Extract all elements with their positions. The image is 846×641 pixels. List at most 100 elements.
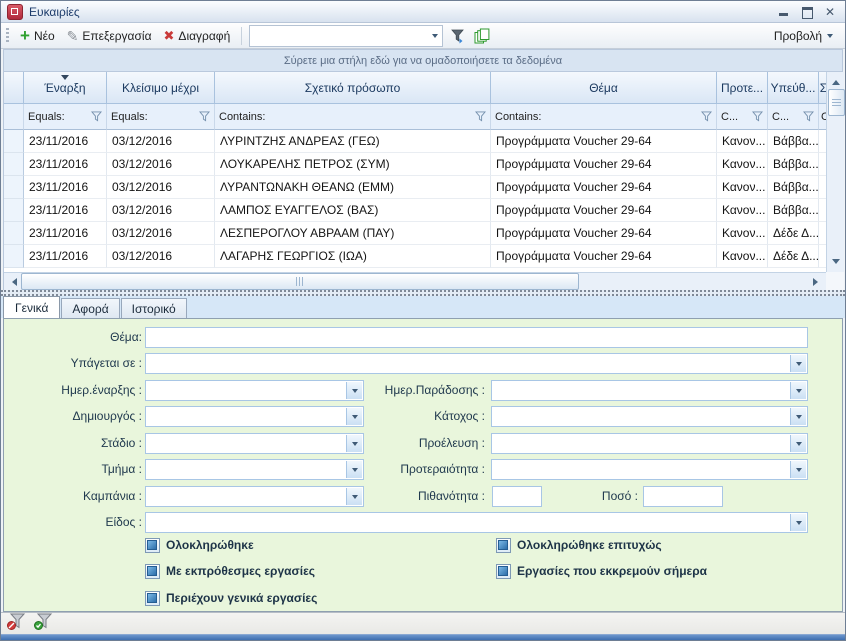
chevron-down-icon[interactable] [346,488,362,505]
table-row[interactable]: 23/11/2016 03/12/2016 ΛΑΜΠΟΣ ΕΥΑΓΓΕΛΟΣ (… [4,199,826,222]
origin-combo[interactable] [491,433,808,454]
priority-combo[interactable] [491,459,808,480]
filter-start[interactable]: Equals: [24,104,107,130]
header-start[interactable]: Έναρξη [24,72,107,104]
filter-priority[interactable]: C... [717,104,768,130]
scroll-right-icon[interactable] [809,273,826,290]
grid-filter-row: Equals: Equals: Contains: Contains: C...… [4,104,826,130]
edit-button[interactable]: ✎ Επεξεργασία [61,25,158,47]
filter-funnel-icon[interactable] [701,111,712,122]
filter-extra[interactable]: C [819,104,826,130]
header-owner[interactable]: Υπεύθ... [768,72,819,104]
filter-funnel-icon[interactable] [475,111,486,122]
tab-concerns[interactable]: Αφορά [61,298,119,318]
header-related-person[interactable]: Σχετικό πρόσωπο [215,72,491,104]
table-row[interactable]: 23/11/2016 03/12/2016 ΛΥΡΑΝΤΩΝΑΚΗ ΘΕΑΝΩ … [4,176,826,199]
amount-input[interactable] [643,486,723,507]
view-button[interactable]: Προβολή [766,25,841,47]
kind-combo[interactable] [145,512,808,533]
horizontal-scrollbar-thumb[interactable] [21,273,579,290]
vertical-scrollbar[interactable] [826,72,844,272]
header-extra[interactable]: Σ [819,72,826,104]
filter-owner[interactable]: C... [768,104,819,130]
title-bar[interactable]: Ευκαιρίες ✕ [1,1,845,23]
overdue-tasks-checkbox[interactable] [145,564,160,579]
origin-label: Προέλευση : [370,433,485,454]
chevron-down-icon[interactable] [346,408,362,425]
maximize-icon[interactable] [802,7,813,17]
row-indicator[interactable] [4,130,24,153]
completed-successfully-checkbox[interactable] [496,538,511,553]
subject-input[interactable] [145,327,808,348]
vertical-scrollbar-thumb[interactable] [828,89,845,116]
completed-label: Ολοκληρώθηκε [166,538,254,553]
stage-combo[interactable] [145,433,364,454]
chevron-down-icon[interactable] [790,408,806,425]
edit-filter-icon[interactable] [449,27,467,45]
filter-subject[interactable]: Contains: [491,104,717,130]
row-indicator[interactable] [4,153,24,176]
scroll-down-icon[interactable] [827,255,844,272]
horizontal-scrollbar[interactable] [4,272,826,290]
clear-filter-icon[interactable] [7,613,26,635]
campaign-combo[interactable] [145,486,364,507]
apply-filter-icon[interactable] [34,613,53,635]
minimize-icon[interactable] [779,7,790,17]
creator-combo[interactable] [145,406,364,427]
scroll-left-icon[interactable] [4,273,21,290]
filter-close-until[interactable]: Equals: [107,104,215,130]
row-indicator[interactable] [4,245,24,268]
chevron-down-icon[interactable] [346,435,362,452]
chevron-down-icon[interactable] [790,355,806,372]
table-row[interactable]: 23/11/2016 03/12/2016 ΛΥΡΙΝΤΖΗΣ ΑΝΔΡΕΑΣ … [4,130,826,153]
table-row[interactable]: 23/11/2016 03/12/2016 ΛΟΥΚΑΡΕΛΗΣ ΠΕΤΡΟΣ … [4,153,826,176]
probability-input[interactable] [492,486,542,507]
filter-funnel-icon[interactable] [752,111,763,122]
chevron-down-icon[interactable] [790,435,806,452]
scroll-up-icon[interactable] [827,72,844,89]
belongs-to-combo[interactable] [145,353,808,374]
opportunities-grid: Σύρετε μια στήλη εδώ για να ομαδοποιήσετ… [3,49,843,290]
delete-button-label: Διαγραφή [178,29,230,43]
start-date-combo[interactable] [145,380,364,401]
chevron-down-icon[interactable] [346,461,362,478]
creator-label: Δημιουργός : [10,406,142,427]
completed-checkbox[interactable] [145,538,160,553]
row-indicator[interactable] [4,199,24,222]
chevron-down-icon[interactable] [346,382,362,399]
header-priority[interactable]: Προτε... [717,72,768,104]
copy-pages-icon[interactable] [473,27,491,45]
pending-today-checkbox[interactable] [496,564,511,579]
combobox-dropdown-button[interactable] [427,26,442,46]
delivery-date-combo[interactable] [491,380,808,401]
filter-funnel-icon[interactable] [91,111,102,122]
new-button[interactable]: + Νέο [14,25,61,47]
table-row[interactable]: 23/11/2016 03/12/2016 ΛΕΣΠΕΡΟΓΛΟΥ ΑΒΡΑΑΜ… [4,222,826,245]
belongs-to-label: Υπάγεται σε : [10,353,142,374]
close-icon[interactable]: ✕ [825,7,835,17]
tab-general[interactable]: Γενικά [3,296,60,318]
chevron-down-icon [827,34,833,41]
table-row[interactable]: 23/11/2016 03/12/2016 ΛΑΓΑΡΗΣ ΓΕΩΡΓΙΟΣ (… [4,245,826,268]
toolbar-grip[interactable] [6,28,9,44]
header-subject[interactable]: Θέμα [491,72,717,104]
overdue-tasks-label: Με εκπρόθεσμες εργασίες [166,564,315,579]
row-indicator[interactable] [4,222,24,245]
row-indicator[interactable] [4,176,24,199]
header-close-until[interactable]: Κλείσιμο μέχρι [107,72,215,104]
filter-funnel-icon[interactable] [803,111,814,122]
delete-button[interactable]: ✖ Διαγραφή [158,25,237,47]
department-combo[interactable] [145,459,364,480]
filter-funnel-icon[interactable] [199,111,210,122]
toolbar-combobox[interactable] [249,25,443,47]
group-by-bar[interactable]: Σύρετε μια στήλη εδώ για να ομαδοποιήσετ… [4,50,842,72]
tab-history[interactable]: Ιστορικό [121,298,187,318]
toolbar: + Νέο ✎ Επεξεργασία ✖ Διαγραφή [1,23,845,49]
chevron-down-icon[interactable] [790,382,806,399]
delivery-date-label: Ημερ.Παράδοσης : [370,380,485,401]
chevron-down-icon[interactable] [790,514,806,531]
chevron-down-icon[interactable] [790,461,806,478]
holder-combo[interactable] [491,406,808,427]
filter-related-person[interactable]: Contains: [215,104,491,130]
general-tasks-checkbox[interactable] [145,591,160,606]
